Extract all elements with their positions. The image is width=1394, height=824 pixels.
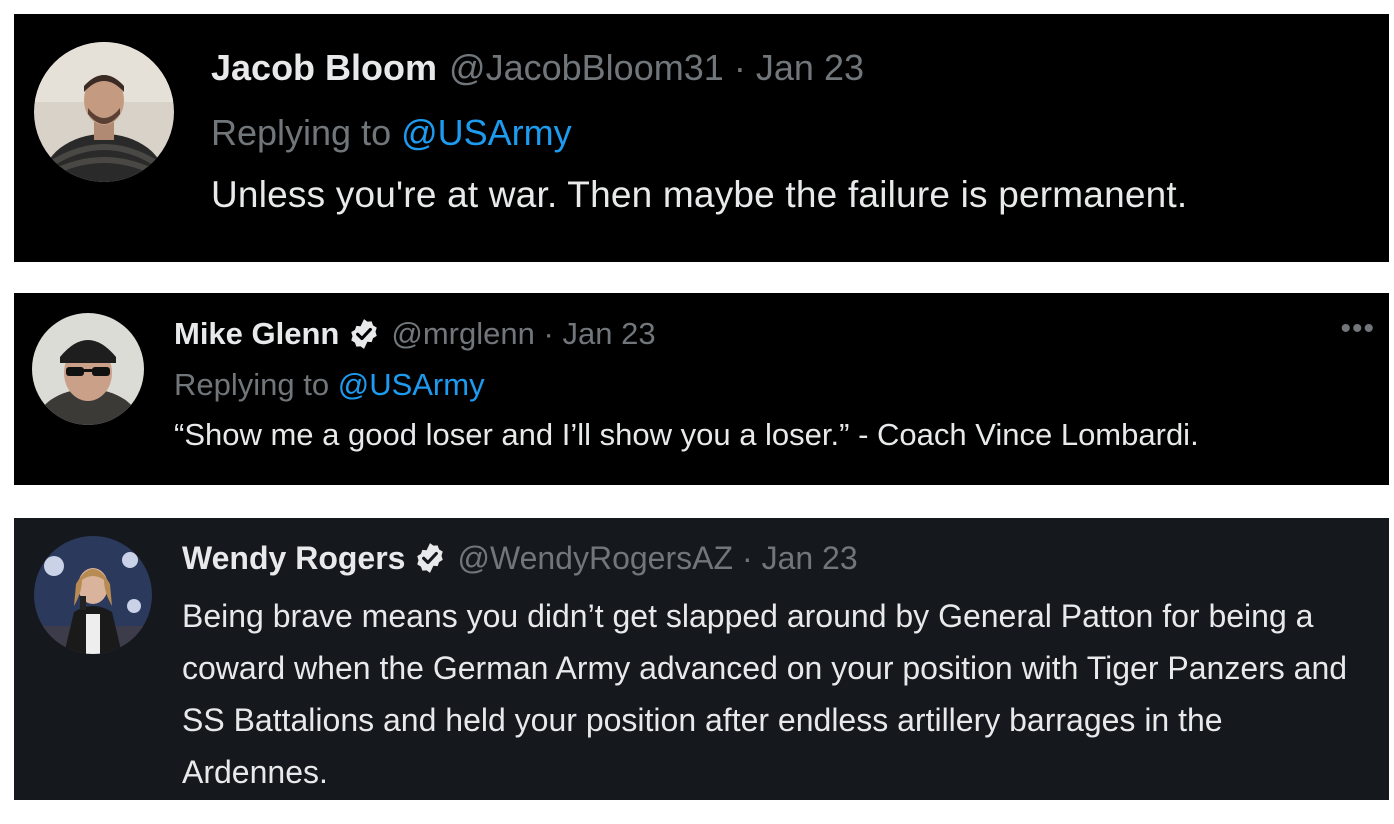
tweet-date[interactable]: Jan 23 (756, 47, 864, 89)
mention-link[interactable]: @USArmy (338, 367, 485, 402)
tweet-header: Wendy Rogers @WendyRogersAZ · Jan 23 (182, 538, 1379, 578)
replying-to-label: Replying to (211, 112, 402, 153)
tweet-text: Unless you're at war. Then maybe the fai… (211, 174, 1188, 215)
tweet-wendy-rogers[interactable]: Wendy Rogers @WendyRogersAZ · Jan 23 Bei… (14, 518, 1389, 800)
tweet-date[interactable]: Jan 23 (563, 316, 656, 352)
display-name[interactable]: Mike Glenn (174, 316, 339, 352)
tweet-header: Mike Glenn @mrglenn · Jan 23 (174, 315, 1379, 353)
avatar[interactable] (34, 42, 174, 182)
avatar-image (34, 536, 152, 654)
display-name[interactable]: Wendy Rogers (182, 540, 405, 577)
verified-badge-icon (347, 317, 381, 351)
tweet-jacob-bloom[interactable]: Jacob Bloom @JacobBloom31 · Jan 23 Reply… (14, 14, 1389, 262)
replying-to: Replying to @USArmy (211, 112, 1379, 154)
replying-to-label: Replying to (174, 367, 338, 402)
mention-link[interactable]: @USArmy (401, 112, 572, 153)
tweet-header: Jacob Bloom @JacobBloom31 · Jan 23 (211, 46, 1379, 90)
verified-badge-icon (413, 541, 447, 575)
tweet-date[interactable]: Jan 23 (762, 540, 858, 577)
display-name[interactable]: Jacob Bloom (211, 47, 437, 89)
separator-dot: · (543, 316, 554, 351)
user-handle[interactable]: @JacobBloom31 (449, 47, 724, 89)
separator-dot: · (741, 539, 753, 576)
avatar[interactable] (32, 313, 144, 425)
avatar-image (34, 42, 174, 182)
more-horizontal-icon[interactable]: ••• (1340, 314, 1375, 344)
replying-to: Replying to @USArmy (174, 367, 1379, 403)
avatar[interactable] (34, 536, 152, 654)
tweet-text: Being brave means you didn’t get slapped… (182, 598, 1348, 790)
tweet-mike-glenn[interactable]: Mike Glenn @mrglenn · Jan 23 Replying to… (14, 293, 1389, 485)
user-handle[interactable]: @mrglenn (391, 316, 534, 352)
tweet-text: “Show me a good loser and I’ll show you … (174, 417, 1199, 452)
separator-dot: · (733, 47, 746, 88)
user-handle[interactable]: @WendyRogersAZ (457, 540, 733, 577)
avatar-image (32, 313, 144, 425)
